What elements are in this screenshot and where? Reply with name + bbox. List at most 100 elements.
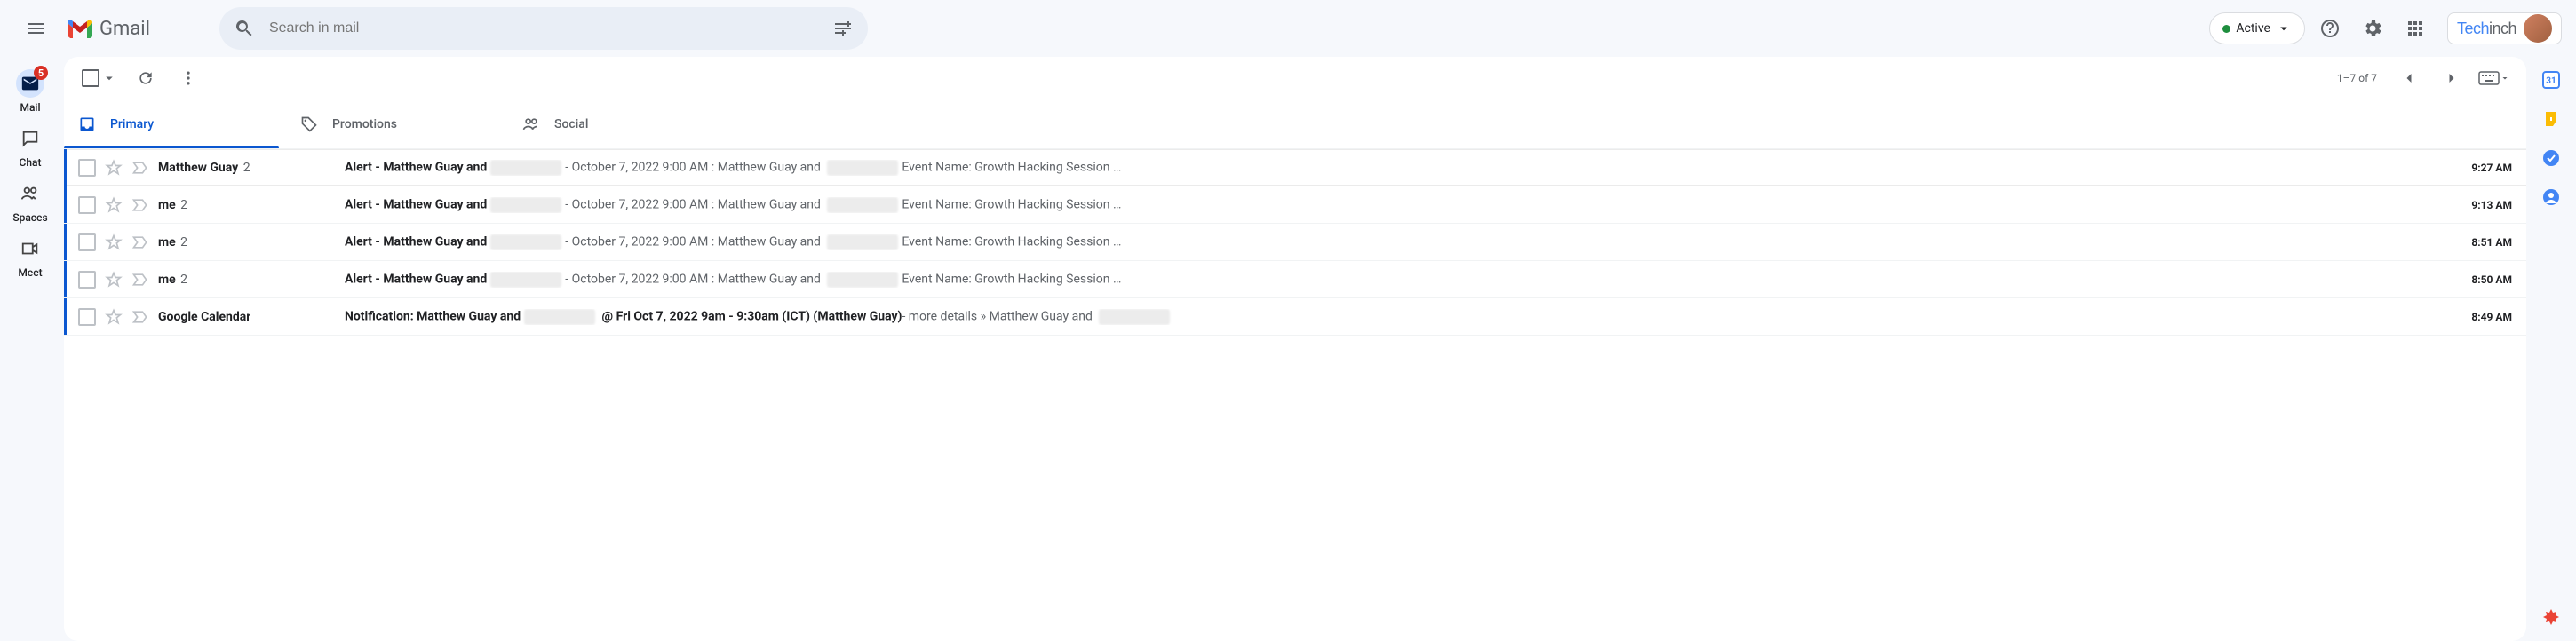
gmail-icon: [68, 19, 92, 38]
main-panel: 1–7 of 7 Primary Promotions: [64, 57, 2526, 641]
tab-primary[interactable]: Primary: [64, 99, 286, 148]
email-sender: Google Calendar: [158, 310, 250, 324]
email-snippet: - October 7, 2022 9:00 AM : Matthew Guay…: [565, 197, 1121, 213]
email-snippet: - October 7, 2022 9:00 AM : Matthew Guay…: [565, 272, 1121, 288]
email-subject: Alert - Matthew Guay and: [345, 160, 565, 176]
toolbar: 1–7 of 7: [64, 57, 2526, 99]
nav-item-mail[interactable]: 5 Mail: [4, 64, 57, 119]
star-icon[interactable]: [105, 159, 123, 177]
redacted: [524, 309, 595, 325]
prev-page-button[interactable]: [2391, 60, 2427, 96]
select-all-checkbox[interactable]: [78, 66, 121, 91]
next-page-button[interactable]: [2434, 60, 2469, 96]
settings-button[interactable]: [2355, 11, 2390, 46]
row-left: Google Calendar: [78, 308, 345, 326]
status-label: Active: [2236, 21, 2270, 36]
row-mid: Alert - Matthew Guay and - October 7, 20…: [345, 272, 2441, 288]
spaces-icon: [16, 179, 44, 208]
header-right: Active Techinch: [2209, 11, 2562, 46]
email-time: 8:51 AM: [2441, 236, 2512, 249]
nav-item-spaces[interactable]: Spaces: [4, 174, 57, 229]
mail-badge: 5: [34, 66, 48, 80]
email-row[interactable]: me 2Alert - Matthew Guay and - October 7…: [64, 261, 2526, 298]
email-row[interactable]: me 2Alert - Matthew Guay and - October 7…: [64, 224, 2526, 261]
important-icon[interactable]: [131, 308, 149, 326]
refresh-button[interactable]: [128, 60, 163, 96]
keyboard-icon: [2478, 71, 2500, 85]
email-time: 8:50 AM: [2441, 273, 2512, 286]
row-checkbox[interactable]: [78, 271, 96, 289]
refresh-icon: [137, 69, 155, 87]
important-icon[interactable]: [131, 196, 149, 214]
calendar-addon[interactable]: 31: [2542, 71, 2560, 89]
workspace-brand: Techinch: [2457, 20, 2516, 38]
email-subject: Alert - Matthew Guay and: [345, 234, 565, 250]
row-checkbox[interactable]: [78, 159, 96, 177]
side-panel-rail: 31: [2526, 57, 2576, 641]
status-chip[interactable]: Active: [2209, 12, 2305, 44]
tab-social[interactable]: Social: [508, 99, 730, 148]
input-tools-button[interactable]: [2477, 60, 2512, 96]
search-bar[interactable]: [219, 7, 868, 50]
nav-label: Meet: [18, 266, 42, 279]
get-addons[interactable]: [2542, 609, 2560, 627]
meet-icon: [16, 234, 44, 263]
apps-button[interactable]: [2397, 11, 2433, 46]
email-row[interactable]: Matthew Guay 2Alert - Matthew Guay and -…: [64, 149, 2526, 186]
redacted: [827, 197, 898, 213]
tab-label: Promotions: [332, 117, 397, 131]
email-time: 8:49 AM: [2441, 311, 2512, 323]
redacted: [827, 272, 898, 288]
tasks-addon[interactable]: [2542, 149, 2560, 167]
nav-item-chat[interactable]: Chat: [4, 119, 57, 174]
row-checkbox[interactable]: [78, 196, 96, 214]
category-tabs: Primary Promotions Social: [64, 99, 2526, 149]
chevron-down-icon: [2500, 73, 2510, 83]
account-avatar[interactable]: [2524, 14, 2552, 43]
help-icon: [2319, 18, 2341, 39]
row-checkbox[interactable]: [78, 233, 96, 251]
important-icon[interactable]: [131, 159, 149, 177]
tune-icon: [832, 18, 854, 39]
tag-icon: [300, 115, 318, 133]
inbox-icon: [78, 115, 96, 133]
email-row[interactable]: Google CalendarNotification: Matthew Gua…: [64, 298, 2526, 336]
main-menu-button[interactable]: [14, 7, 57, 50]
email-snippet: - October 7, 2022 9:00 AM : Matthew Guay…: [565, 234, 1121, 250]
tab-label: Social: [554, 117, 588, 131]
email-row[interactable]: me 2Alert - Matthew Guay and - October 7…: [64, 186, 2526, 224]
email-time: 9:13 AM: [2441, 199, 2512, 211]
search-icon-button[interactable]: [227, 11, 262, 46]
email-subject: Alert - Matthew Guay and: [345, 197, 565, 213]
keep-addon[interactable]: [2542, 110, 2560, 128]
email-list: Matthew Guay 2Alert - Matthew Guay and -…: [64, 149, 2526, 641]
tab-label: Primary: [110, 117, 154, 131]
nav-item-meet[interactable]: Meet: [4, 229, 57, 284]
chevron-down-icon: [101, 70, 117, 86]
row-mid: Alert - Matthew Guay and - October 7, 20…: [345, 234, 2441, 250]
search-options-button[interactable]: [825, 11, 861, 46]
search-input[interactable]: [262, 20, 825, 36]
gmail-logo[interactable]: Gmail: [68, 18, 150, 40]
tab-promotions[interactable]: Promotions: [286, 99, 508, 148]
nav-label: Spaces: [12, 211, 47, 224]
star-icon[interactable]: [105, 196, 123, 214]
toolbar-left: [78, 60, 206, 96]
row-left: me 2: [78, 271, 345, 289]
redacted: [490, 234, 561, 250]
menu-icon: [25, 18, 46, 39]
important-icon[interactable]: [131, 271, 149, 289]
star-icon[interactable]: [105, 271, 123, 289]
toolbar-right: 1–7 of 7: [2330, 60, 2512, 96]
star-icon[interactable]: [105, 233, 123, 251]
more-button[interactable]: [171, 60, 206, 96]
row-checkbox[interactable]: [78, 308, 96, 326]
contacts-addon[interactable]: [2542, 188, 2560, 206]
status-dot-icon: [2222, 25, 2230, 33]
support-button[interactable]: [2312, 11, 2348, 46]
star-icon[interactable]: [105, 308, 123, 326]
svg-text:31: 31: [2546, 76, 2556, 86]
important-icon[interactable]: [131, 233, 149, 251]
workspace-logo[interactable]: Techinch: [2447, 12, 2562, 44]
nav-label: Mail: [20, 101, 40, 114]
